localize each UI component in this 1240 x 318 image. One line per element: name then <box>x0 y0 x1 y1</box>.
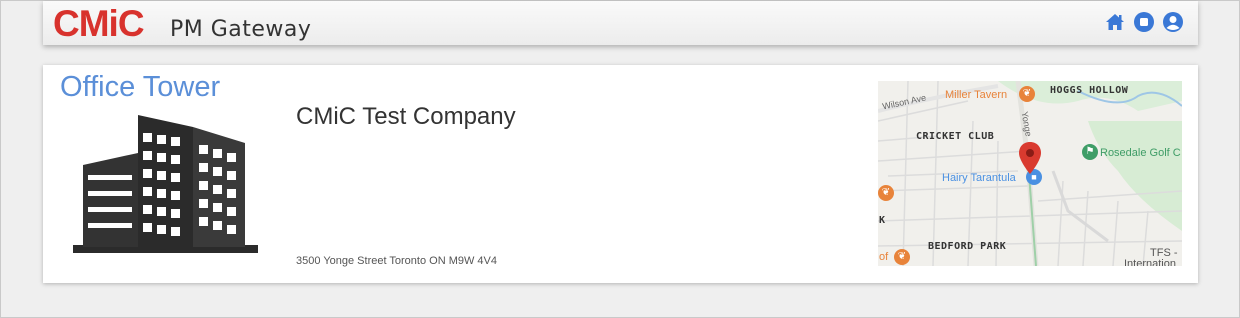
restaurant-icon[interactable]: ❦ <box>878 185 894 201</box>
location-pin-icon[interactable] <box>1017 141 1043 175</box>
logo-text-cm: CM <box>53 3 110 44</box>
building-icon <box>73 115 258 253</box>
golf-icon[interactable]: ⚑ <box>1082 144 1098 160</box>
project-title: Office Tower <box>60 71 221 103</box>
map-label-cricket-club: CRICKET CLUB <box>916 131 995 142</box>
map-label-hoggs-hollow: HOGGS HOLLOW <box>1050 85 1129 96</box>
company-name: CMiC Test Company <box>296 103 516 130</box>
map-poi-hairy-tarantula[interactable]: Hairy Tarantula <box>942 172 1016 184</box>
cmic-logo[interactable]: CMiC <box>53 3 145 44</box>
map-label-bedford-park: BEDFORD PARK <box>928 241 1007 252</box>
map-poi-miller-tavern[interactable]: Miller Tavern <box>945 89 1007 101</box>
map-poi-rosedale-golf[interactable]: Rosedale Golf C <box>1100 147 1181 159</box>
project-card[interactable]: Office Tower CMiC Test Company 3500 Yong… <box>43 65 1198 283</box>
logo-text-c: C <box>117 3 145 44</box>
map-label-international: Internation <box>1124 258 1176 266</box>
logo-text-i: i <box>108 3 119 44</box>
user-icon[interactable] <box>1162 11 1184 33</box>
map-label-of: of <box>879 251 889 263</box>
app-name: PM Gateway <box>170 17 312 42</box>
header-icons <box>1104 11 1184 33</box>
restaurant-icon[interactable]: ❦ <box>1019 86 1035 102</box>
stop-icon[interactable] <box>1133 11 1155 33</box>
home-icon[interactable] <box>1104 11 1126 33</box>
app-header: CMiC PM Gateway <box>43 1 1198 45</box>
location-map[interactable]: HOGGS HOLLOW CRICKET CLUB BEDFORD PARK T… <box>878 81 1182 266</box>
map-label-k: K <box>879 215 886 226</box>
project-address: 3500 Yonge Street Toronto ON M9W 4V4 <box>296 255 497 267</box>
restaurant-icon[interactable]: ❦ <box>894 249 910 265</box>
